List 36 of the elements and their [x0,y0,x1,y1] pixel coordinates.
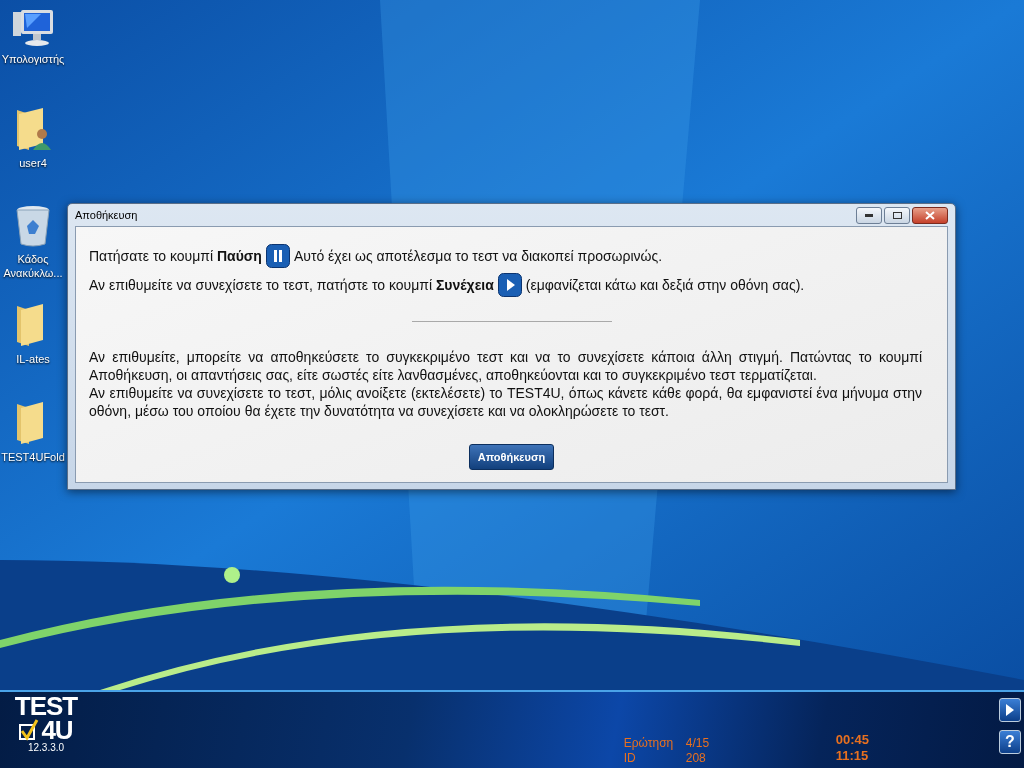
desktop-icon-label[interactable]: TEST4UFold [1,450,65,464]
continue-button[interactable] [999,698,1021,722]
question-label: Ερώτηση [623,736,675,751]
play-icon [1005,703,1015,717]
message-text: (εμφανίζεται κάτω και δεξιά στην οθόνη σας). [525,276,805,293]
maximize-button[interactable] [884,206,910,224]
logo-text: TEST [14,694,78,718]
elapsed-time: 00:45 [835,732,869,748]
message-text: Αυτό έχει ως αποτέλεσμα το τεστ να διακοπεί προσωρινώς. [293,247,663,264]
close-icon [925,210,935,220]
window-title: Αποθήκευση [75,209,138,221]
desktop-icon-label[interactable]: IL-ates [16,352,50,366]
id-value: 208 [685,751,707,766]
maximize-icon [892,211,902,219]
id-label: ID [623,751,637,766]
save-button[interactable]: Αποθήκευση [468,444,555,470]
message-paragraph: Αν επιθυμείτε, μπορείτε να αποθηκεύσετε το συγκεκριμένο τεστ και να το συνεχίσετε κάποια άλλη στιγμή. Πατώντας το κουμπί Αποθήκευση, οι απαντήσεις σας, είτε σωστές είτε λανθασμένες, αποθηκεύονται και το συγκεκριμένο τεστ τερματίζεται. [89,348,923,384]
close-button[interactable] [912,206,948,224]
message-text: Αν επιθυμείτε να συνεχίσετε το τεστ, πατήστε το κουμπί Συνέχεια [89,276,494,293]
computer-icon[interactable] [11,8,55,48]
checkbox-icon [19,719,40,741]
message-text: Πατήσατε το κουμπί Παύση [89,247,262,264]
message-paragraph: Αν επιθυμείτε να συνεχίσετε το τεστ, μόλις ανοίξετε (εκτελέσετε) το TEST4U, όπως κάνετε κάθε φορά, θα εμφανιστεί ένα μήνυμα στην οθόνη, μέσω του οποίου θα έχετε την δυνατότητα να συνεχίσετε και να ολοκληρώσετε το τεστ. [89,384,923,420]
version-label: 12.3.3.0 [27,742,65,753]
pause-icon [265,243,290,268]
minimize-icon [865,213,873,217]
desktop-icon-label[interactable]: user4 [19,156,47,170]
clock-time: 11:15 [835,748,869,764]
minimize-button[interactable] [856,206,882,224]
desktop-icon-label[interactable]: Κάδος Ανακύκλω... [0,252,66,280]
question-counter: 4/15 [685,736,711,751]
recycle-bin-icon[interactable] [14,204,52,248]
desktop-icon-label[interactable]: Υπολογιστής [1,52,65,66]
help-button[interactable]: ? [999,730,1021,754]
play-icon [497,272,522,297]
logo-text: 4U [41,718,73,742]
